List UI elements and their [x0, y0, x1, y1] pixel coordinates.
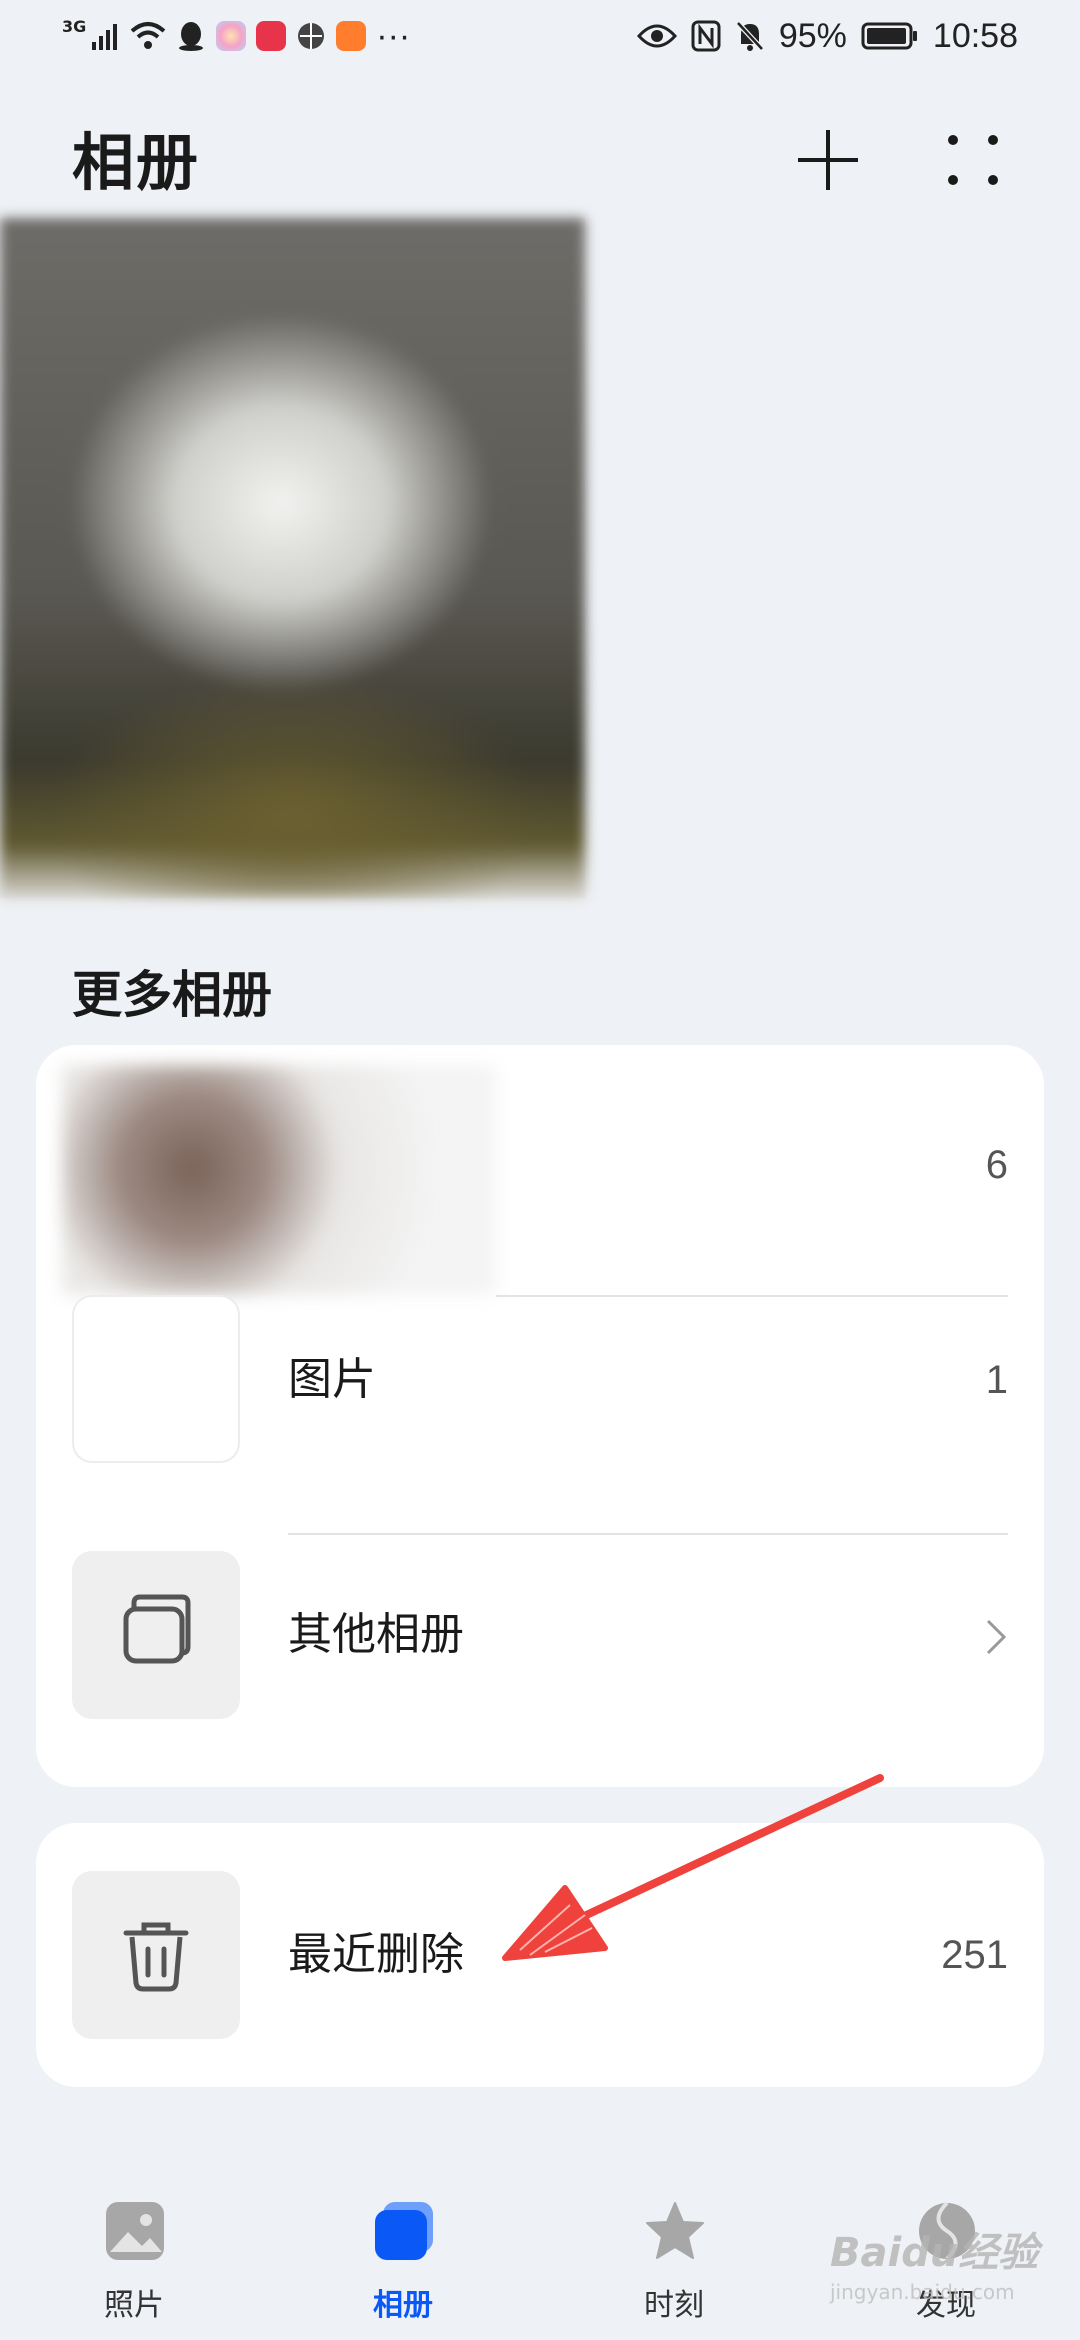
album-row[interactable]: 6: [36, 1045, 1044, 1295]
signal-icon: [92, 24, 118, 50]
mute-bell-icon: [736, 21, 764, 51]
album-name: 其他相册: [288, 1609, 464, 1660]
health-app-icon: [336, 21, 367, 51]
album-cover-image: [0, 218, 585, 898]
album-count: 1: [985, 1358, 1008, 1402]
clock: 10:58: [932, 16, 1018, 55]
album-row-other-albums[interactable]: 其他相册: [36, 1535, 1044, 1775]
watermark-site: jingyan.baidu.com: [830, 2280, 1015, 2304]
page-title: 相册: [72, 126, 201, 199]
grid-dots-icon: [948, 135, 998, 185]
album-name: 最近删除: [288, 1929, 464, 1980]
chevron-right-icon: [986, 1619, 1007, 1655]
add-album-button[interactable]: [788, 120, 868, 200]
album-name: 图片: [288, 1354, 376, 1405]
recently-deleted-card[interactable]: 最近删除 251: [36, 1823, 1044, 2087]
status-bar-right: 95% 10:58: [636, 14, 1018, 58]
album-thumbnail: [72, 1295, 240, 1463]
nav-label: 照片: [104, 2288, 164, 2323]
album-thumbnail: [72, 1871, 240, 2039]
watermark-brand: Baidu经验: [830, 2230, 1039, 2276]
camera-album-tile[interactable]: [0, 218, 585, 898]
app-notification-icon: [216, 21, 247, 51]
album-thumbnail: [62, 1065, 496, 1295]
album-list-card: 6 图片 1 其他相册: [36, 1045, 1044, 1787]
albums-icon: [375, 2202, 433, 2260]
battery-percent: 95%: [778, 16, 847, 55]
status-bar-left: 3G ···: [62, 14, 410, 58]
network-type: 3G: [62, 16, 87, 36]
section-title: 更多相册: [72, 966, 272, 1024]
star-icon: [646, 2202, 704, 2259]
album-thumbnail: [72, 1551, 240, 1719]
nav-label: 时刻: [644, 2288, 704, 2323]
qq-icon: [179, 22, 204, 51]
stacked-albums-icon: [123, 1594, 191, 1664]
album-count: 6: [985, 1143, 1008, 1187]
photos-icon: [106, 2202, 164, 2260]
nav-tab-albums[interactable]: 相册: [323, 2180, 483, 2340]
nav-tab-photos[interactable]: 照片: [54, 2180, 214, 2340]
more-notifications-indicator: ···: [376, 16, 411, 55]
browser-app-icon: [298, 23, 325, 49]
reader-app-icon: [256, 21, 287, 51]
wifi-icon: [130, 22, 166, 49]
battery-icon: [861, 22, 917, 50]
nav-label: 相册: [373, 2288, 433, 2323]
nav-tab-moments[interactable]: 时刻: [594, 2180, 754, 2340]
trash-icon: [123, 1922, 189, 1992]
eye-icon: [636, 24, 677, 48]
plus-icon: [798, 130, 858, 190]
more-options-button[interactable]: [933, 120, 1013, 200]
nfc-icon: [691, 20, 721, 52]
album-count: 251: [941, 1933, 1008, 1977]
album-row-pictures[interactable]: 图片 1: [36, 1295, 1044, 1535]
status-bar: 3G ··· 95% 10:58: [0, 0, 1080, 72]
